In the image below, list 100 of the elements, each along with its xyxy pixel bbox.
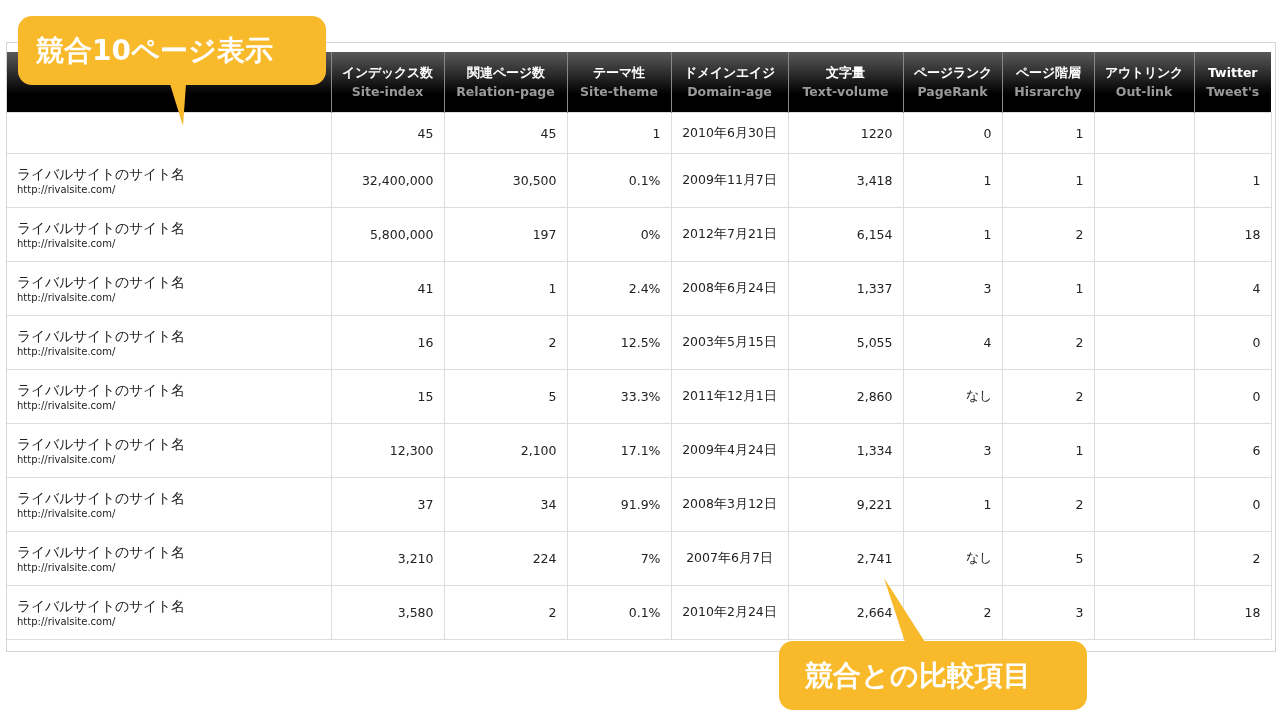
table-cell: 2008年3月12日	[671, 477, 788, 532]
header-sublabel: Out-link	[1114, 83, 1174, 101]
table-cell: 12,300	[331, 423, 444, 478]
header-label: Twitter	[1206, 64, 1259, 82]
table-cell: 34	[444, 477, 567, 532]
table-cell: 2	[444, 315, 567, 370]
table-cell: 2010年2月24日	[671, 585, 788, 640]
table-cell: 2010年6月30日	[671, 112, 788, 154]
header-sublabel: Site-theme	[579, 83, 659, 101]
header-sublabel: Site-index	[350, 83, 425, 101]
header-label: 関連ページ数	[465, 64, 546, 82]
site-url: http://rivalsite.com/	[17, 614, 117, 629]
table-cell: 3,580	[331, 585, 444, 640]
table-cell: 15	[331, 369, 444, 424]
table-cell: 9,221	[788, 477, 903, 532]
table-cell: 0%	[567, 207, 671, 262]
table-cell: 18	[1194, 207, 1271, 262]
table-cell: 2,741	[788, 531, 903, 586]
site-url: http://rivalsite.com/	[17, 398, 117, 413]
table-cell: 1,337	[788, 261, 903, 316]
table-cell: 5	[1002, 531, 1094, 586]
table-cell: 4	[903, 315, 1002, 370]
table-cell: 1	[444, 261, 567, 316]
site-url: http://rivalsite.com/	[17, 290, 117, 305]
table-cell: 45	[331, 112, 444, 154]
table-cell: 37	[331, 477, 444, 532]
table-cell: 45	[444, 112, 567, 154]
table-cell: 2	[1002, 369, 1094, 424]
site-url: http://rivalsite.com/	[17, 182, 117, 197]
callout: 競合10ページ表示	[18, 16, 326, 85]
table-cell: 3	[1002, 585, 1094, 640]
table-cell: 41	[331, 261, 444, 316]
header-sublabel: Relation-page	[455, 83, 556, 101]
table-cell: 2011年12月1日	[671, 369, 788, 424]
header-sublabel: Text-volume	[801, 83, 890, 101]
site-name: ライバルサイトのサイト名	[17, 164, 186, 183]
site-name: ライバルサイトのサイト名	[17, 542, 186, 561]
table-cell: 0	[1194, 477, 1271, 532]
table-cell: 0.1%	[567, 585, 671, 640]
table-cell: 1,334	[788, 423, 903, 478]
header-sublabel: Hisrarchy	[1013, 83, 1083, 101]
table-cell: 197	[444, 207, 567, 262]
table-cell: 2	[444, 585, 567, 640]
table-cell: 17.1%	[567, 423, 671, 478]
site-name: ライバルサイトのサイト名	[17, 380, 186, 399]
table-cell: 0	[903, 112, 1002, 154]
table-cell: 32,400,000	[331, 153, 444, 208]
site-url: http://rivalsite.com/	[17, 506, 117, 521]
header-label: ドメインエイジ	[683, 64, 776, 82]
table-cell: 2	[1002, 207, 1094, 262]
table-cell: 5,055	[788, 315, 903, 370]
site-url: http://rivalsite.com/	[17, 236, 117, 251]
site-name: ライバルサイトのサイト名	[17, 596, 186, 615]
table-cell: 3,418	[788, 153, 903, 208]
table-cell: 12.5%	[567, 315, 671, 370]
site-url: http://rivalsite.com/	[17, 344, 117, 359]
table-cell: 0	[1194, 369, 1271, 424]
table-cell: 0.1%	[567, 153, 671, 208]
site-name: ライバルサイトのサイト名	[17, 488, 186, 507]
table-cell: 1	[903, 153, 1002, 208]
table-cell: 1	[903, 477, 1002, 532]
table-cell: 2009年11月7日	[671, 153, 788, 208]
header-label: 文字量	[825, 64, 866, 82]
table-cell: 2,860	[788, 369, 903, 424]
table-cell: 1220	[788, 112, 903, 154]
table-cell: 6,154	[788, 207, 903, 262]
table-cell: 2.4%	[567, 261, 671, 316]
table-cell: 0	[1194, 315, 1271, 370]
table-cell: 30,500	[444, 153, 567, 208]
table-cell: 2	[1194, 531, 1271, 586]
table-cell: 2,100	[444, 423, 567, 478]
table-cell: 224	[444, 531, 567, 586]
site-name: ライバルサイトのサイト名	[17, 218, 186, 237]
table-cell: 2	[1002, 315, 1094, 370]
table-cell: なし	[903, 531, 1002, 586]
header-label: ページランク	[912, 64, 993, 82]
table-cell: 3	[903, 261, 1002, 316]
table-cell: 5,800,000	[331, 207, 444, 262]
header-label: インデックス数	[341, 64, 434, 82]
table-cell: 3,210	[331, 531, 444, 586]
site-name: ライバルサイトのサイト名	[17, 326, 186, 345]
callout-pointer	[170, 84, 186, 126]
header-sublabel: Tweet's	[1205, 83, 1261, 101]
table-cell: 7%	[567, 531, 671, 586]
table-cell: 6	[1194, 423, 1271, 478]
table-cell: 16	[331, 315, 444, 370]
table-cell: 91.9%	[567, 477, 671, 532]
site-url: http://rivalsite.com/	[17, 560, 117, 575]
table-cell: 2003年5月15日	[671, 315, 788, 370]
header-label: テーマ性	[592, 64, 646, 82]
table-cell: 2009年4月24日	[671, 423, 788, 478]
table-cell: 2008年6月24日	[671, 261, 788, 316]
table-cell: なし	[903, 369, 1002, 424]
header-sublabel: PageRank	[916, 83, 989, 101]
table-cell: 33.3%	[567, 369, 671, 424]
table-cell: 4	[1194, 261, 1271, 316]
header-sublabel: Domain-age	[686, 83, 773, 101]
site-name: ライバルサイトのサイト名	[17, 272, 186, 291]
site-url: http://rivalsite.com/	[17, 452, 117, 467]
table-cell: 3	[903, 423, 1002, 478]
